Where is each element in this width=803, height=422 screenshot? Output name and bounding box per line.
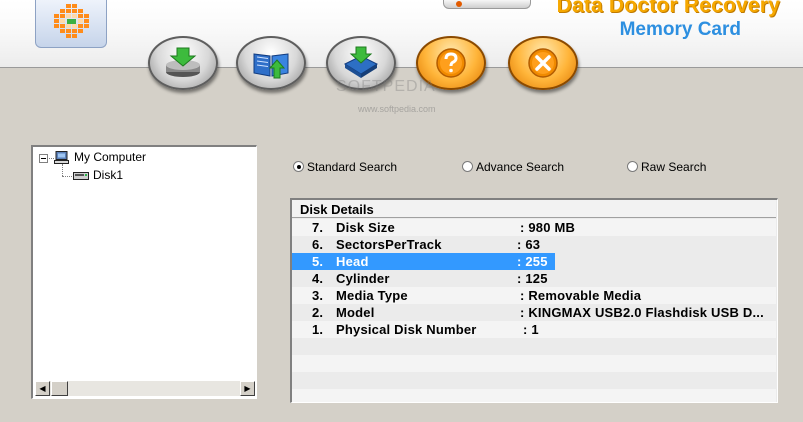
row-number: 3. [312,288,324,303]
row-value: : 255 [517,254,548,269]
row-label: Physical Disk Number [336,322,477,337]
row-label: Head [336,254,369,269]
list-item[interactable]: 3. Media Type : Removable Media [292,287,776,304]
top-small-button[interactable] [443,0,531,9]
row-label: Disk Size [336,220,395,235]
tree-item-disk1[interactable]: Disk1 [93,168,123,182]
row-value: : KINGMAX USB2.0 Flashdisk USB D... [520,305,764,320]
radio-label: Advance Search [476,160,565,174]
computer-icon [54,151,69,164]
radio-indicator[interactable] [293,161,304,172]
scroll-left-icon[interactable]: ◀ [35,381,50,396]
row-number: 7. [312,220,324,235]
tree-collapse-icon[interactable] [39,154,48,163]
radio-indicator[interactable] [462,161,473,172]
row-value: : 1 [523,322,539,337]
radio-standard-search[interactable]: Standard Search [293,160,397,174]
open-book-button[interactable] [236,36,306,90]
radio-label: Standard Search [307,160,398,174]
logo-icon [54,4,89,38]
tree-connector [62,164,63,176]
row-value: : 980 MB [520,220,576,235]
list-item[interactable]: 2. Model : KINGMAX USB2.0 Flashdisk USB … [292,304,776,321]
radio-indicator[interactable] [627,161,638,172]
watermark-text: SOFTPEDIA [336,78,436,95]
empty-row [292,389,776,402]
tree-item-my-computer[interactable]: My Computer [74,150,146,164]
drive-save-icon [166,47,200,77]
list-item[interactable]: 4. Cylinder : 125 [292,270,776,287]
list-item[interactable]: 1. Physical Disk Number : 1 [292,321,776,338]
exit-button[interactable] [508,36,578,90]
row-label: Cylinder [336,271,390,286]
list-item[interactable]: 6. SectorsPerTrack : 63 [292,236,776,253]
scroll-right-icon[interactable]: ▶ [240,381,255,396]
row-number: 1. [312,322,324,337]
selection-highlight [292,253,555,270]
small-button-icon [456,1,462,7]
row-value: : 125 [517,271,548,286]
disk-details-header: Disk Details [292,200,776,218]
disk-details-list[interactable]: Disk Details 7. Disk Size : 980 MB 6. Se… [290,198,778,403]
list-item-selected[interactable]: 5. Head : 255 [292,253,776,270]
row-number: 4. [312,271,324,286]
radio-label: Raw Search [641,160,707,174]
open-book-icon [253,53,289,79]
row-value: : 63 [517,237,541,252]
row-number: 6. [312,237,324,252]
brand-title: Data Doctor Recovery [556,0,780,17]
tree-horizontal-scrollbar[interactable]: ◀ ▶ [35,381,255,396]
empty-row [292,372,776,389]
radio-raw-search[interactable]: Raw Search [627,160,706,174]
save-drive-button[interactable] [148,36,218,90]
watermark-url: www.softpedia.com [358,104,436,114]
row-label: Media Type [336,288,408,303]
row-number: 5. [312,254,324,269]
app-logo [35,0,107,48]
list-item[interactable]: 7. Disk Size : 980 MB [292,219,776,236]
app-header: Data Doctor Recovery Memory Card [0,0,803,68]
help-icon [436,48,466,78]
empty-row [292,338,776,355]
row-number: 2. [312,305,324,320]
row-value: : Removable Media [520,288,642,303]
tree-connector [62,176,72,177]
radio-advance-search[interactable]: Advance Search [462,160,564,174]
empty-row [292,355,776,372]
disk-download-icon [343,46,379,78]
disk-drive-icon [73,172,89,180]
row-label: SectorsPerTrack [336,237,442,252]
scroll-thumb[interactable] [51,381,68,396]
close-icon [528,48,558,78]
row-label: Model [336,305,375,320]
drive-tree[interactable]: My Computer Disk1 ◀ ▶ [31,145,257,399]
brand-subtitle: Memory Card [619,19,741,40]
